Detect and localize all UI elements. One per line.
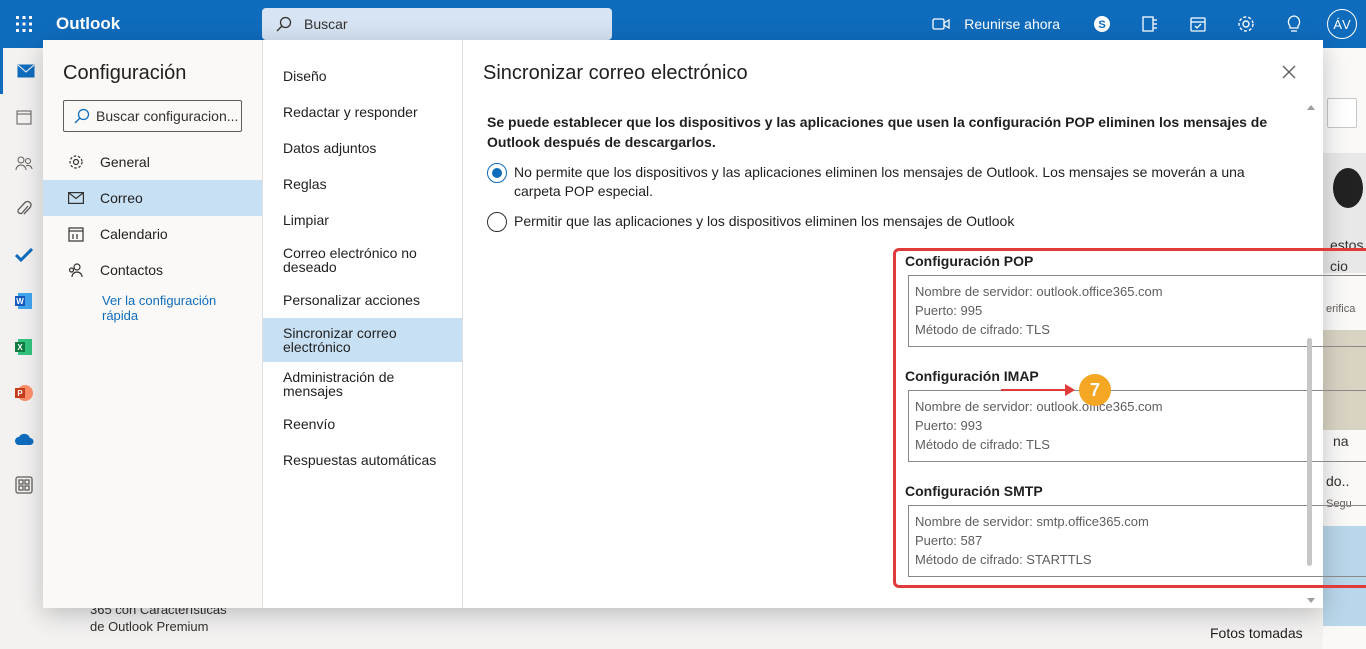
rail-mail[interactable] xyxy=(0,48,48,94)
section-rules[interactable]: Reglas xyxy=(263,166,462,202)
settings-title: Configuración xyxy=(63,62,187,84)
category-general[interactable]: General xyxy=(43,144,262,180)
section-junk-email[interactable]: Correo electrónico no deseado xyxy=(263,238,462,282)
calendar-icon xyxy=(16,110,32,125)
gear-icon xyxy=(1238,16,1254,32)
rail-excel[interactable]: X xyxy=(0,324,48,370)
section-customize-actions[interactable]: Personalizar acciones xyxy=(263,282,462,318)
people-icon xyxy=(15,156,33,171)
sync-email-pane: Sincronizar correo electrónico Se puede … xyxy=(463,40,1366,608)
svg-text:W: W xyxy=(16,297,24,306)
svg-text:P: P xyxy=(17,389,23,398)
pane-title: Sincronizar correo electrónico xyxy=(483,62,748,84)
calendar-icon xyxy=(68,227,84,242)
radio-no-delete-label: No permite que los dispositivos y las ap… xyxy=(514,164,1245,199)
radio-allow-delete-label: Permitir que las aplicaciones y los disp… xyxy=(514,213,1015,229)
svg-text:S: S xyxy=(1098,19,1105,31)
category-general-label: General xyxy=(100,154,150,170)
waffle-icon xyxy=(16,16,32,32)
section-compose-reply[interactable]: Redactar y responder xyxy=(263,94,462,130)
mail-icon xyxy=(17,64,34,78)
section-message-handling[interactable]: Administración de mensajes xyxy=(263,362,462,406)
app-name[interactable]: Outlook xyxy=(56,14,262,34)
pop-delete-description: Se puede establecer que los dispositivos… xyxy=(487,114,1268,150)
rail-powerpoint[interactable]: P xyxy=(0,370,48,416)
rail-onedrive[interactable] xyxy=(0,416,48,462)
checkmark-icon xyxy=(15,248,33,262)
settings-categories-pane: Configuración Buscar configuracion... Ge… xyxy=(43,40,263,608)
category-people-label: Contactos xyxy=(100,262,164,278)
cloud-icon xyxy=(15,433,34,445)
section-forwarding[interactable]: Reenvío xyxy=(263,406,462,442)
rail-files[interactable] xyxy=(0,186,48,232)
category-mail[interactable]: Correo xyxy=(43,180,262,216)
radio-allow-delete-circle[interactable] xyxy=(487,212,507,232)
calendar-check-icon xyxy=(1190,17,1206,32)
section-layout[interactable]: Diseño xyxy=(263,58,462,94)
app-rail: W X P xyxy=(0,48,48,649)
annotation-highlight-box xyxy=(893,248,1366,588)
section-attachments[interactable]: Datos adjuntos xyxy=(263,130,462,166)
mail-sections-pane: Diseño Redactar y responder Datos adjunt… xyxy=(263,40,463,608)
people-icon xyxy=(68,263,83,278)
excel-icon: X xyxy=(15,339,32,355)
search-icon xyxy=(74,108,90,124)
rail-word[interactable]: W xyxy=(0,278,48,324)
category-calendar[interactable]: Calendario xyxy=(43,216,262,252)
step-badge: 7 xyxy=(1079,374,1111,406)
meet-now-label: Reunirse ahora xyxy=(964,16,1060,32)
avatar[interactable]: ÁV xyxy=(1327,9,1357,39)
office-feed-icon xyxy=(1142,16,1157,32)
close-icon xyxy=(1282,65,1296,79)
paperclip-icon xyxy=(17,200,32,215)
annotation-arrow xyxy=(1001,389,1067,391)
annotation-arrow-head xyxy=(1065,384,1075,396)
gear-icon xyxy=(69,155,83,169)
rail-more-apps[interactable] xyxy=(0,462,48,508)
background-photos-label: Fotos tomadas xyxy=(1210,625,1303,641)
category-mail-label: Correo xyxy=(100,190,143,206)
scroll-up-icon xyxy=(1307,105,1315,110)
radio-allow-delete[interactable]: Permitir que las aplicaciones y los disp… xyxy=(487,212,1287,232)
apps-icon xyxy=(15,476,33,494)
quick-settings-link[interactable]: Ver la configuración rápida xyxy=(102,293,242,323)
section-sweep[interactable]: Limpiar xyxy=(263,202,462,238)
category-people[interactable]: Contactos xyxy=(43,252,262,288)
category-calendar-label: Calendario xyxy=(100,226,168,242)
settings-search-input[interactable]: Buscar configuracion... xyxy=(63,100,242,132)
promo-line-2: de Outlook Premium xyxy=(90,619,209,634)
meet-now-button[interactable]: Reunirse ahora xyxy=(932,16,1060,32)
rail-people[interactable] xyxy=(0,140,48,186)
close-button[interactable] xyxy=(1279,62,1299,82)
rail-calendar[interactable] xyxy=(0,94,48,140)
settings-search-placeholder: Buscar configuracion... xyxy=(96,108,239,124)
radio-no-delete[interactable]: No permite que los dispositivos y las ap… xyxy=(487,163,1287,201)
scrollbar-thumb[interactable] xyxy=(1307,338,1312,566)
radio-no-delete-circle[interactable] xyxy=(487,163,507,183)
section-sync-email[interactable]: Sincronizar correo electrónico xyxy=(263,318,462,362)
global-search-input[interactable]: Buscar xyxy=(262,8,612,40)
mail-icon xyxy=(68,192,84,204)
search-icon xyxy=(276,16,292,32)
settings-dialog: Configuración Buscar configuracion... Ge… xyxy=(43,40,1366,608)
rail-todo[interactable] xyxy=(0,232,48,278)
scroll-down-icon xyxy=(1307,598,1315,603)
word-icon: W xyxy=(15,293,32,309)
section-automatic-replies[interactable]: Respuestas automáticas xyxy=(263,442,462,478)
app-launcher-button[interactable] xyxy=(0,0,48,48)
powerpoint-icon: P xyxy=(15,385,33,401)
lightbulb-icon xyxy=(1287,15,1301,32)
global-search-placeholder: Buscar xyxy=(304,16,348,32)
skype-icon: S xyxy=(1094,16,1110,32)
video-camera-icon xyxy=(932,18,950,30)
svg-text:X: X xyxy=(17,343,23,352)
